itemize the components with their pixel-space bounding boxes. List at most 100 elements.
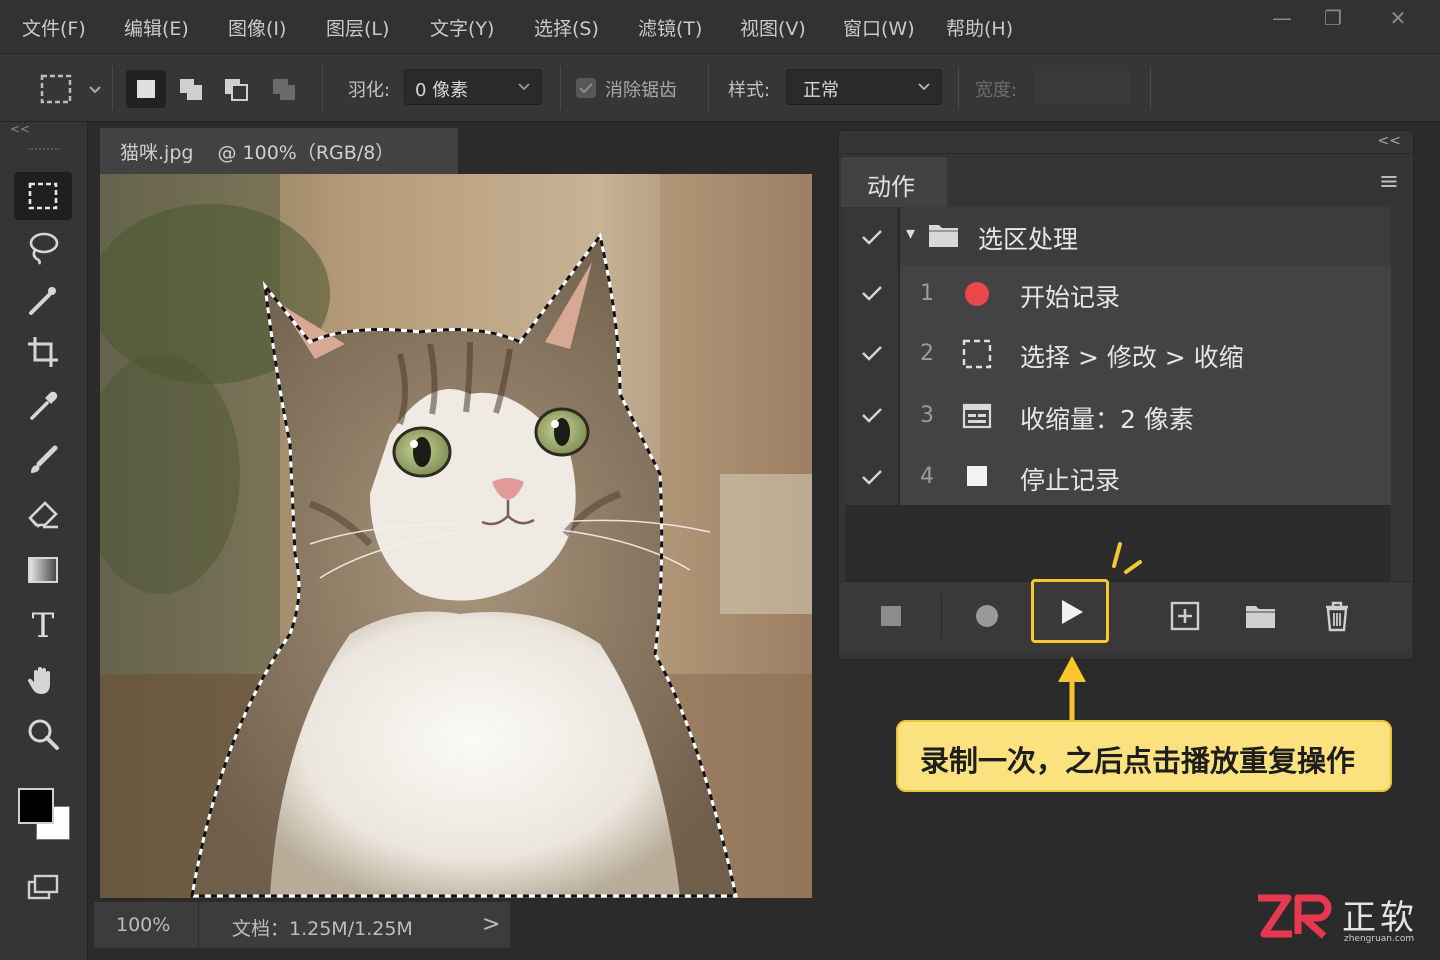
antialias-checkbox[interactable] xyxy=(576,78,596,98)
lasso-tool[interactable] xyxy=(14,224,72,272)
feather-value: 0 像素 xyxy=(415,80,469,101)
sparkle-icon xyxy=(1112,542,1142,574)
zoom-level[interactable]: 100% xyxy=(116,914,170,936)
rectangular-marquee-icon xyxy=(28,182,58,210)
menu-layer[interactable]: 图层(L) xyxy=(326,14,389,41)
step-toggle-checkbox[interactable] xyxy=(845,385,899,447)
divider xyxy=(839,153,1413,154)
menu-image[interactable]: 图像(I) xyxy=(228,14,286,41)
action-step-row[interactable]: 3 收缩量：2 像素 xyxy=(845,385,1391,447)
menu-edit[interactable]: 编辑(E) xyxy=(124,14,189,41)
marquee-preset-icon xyxy=(40,74,101,104)
crop-icon xyxy=(28,337,58,367)
collapse-panel-button[interactable]: << xyxy=(1378,133,1401,149)
action-step-row[interactable]: 2 选择 > 修改 > 收缩 xyxy=(845,325,1391,385)
step-number: 3 xyxy=(920,403,934,428)
screen-mode-button[interactable] xyxy=(14,864,72,912)
tools-panel: << T xyxy=(0,122,88,960)
menu-filter[interactable]: 滤镜(T) xyxy=(638,14,702,41)
document-tab[interactable]: 猫咪.jpg @ 100%（RGB/8） xyxy=(100,128,458,174)
action-set-name: 选区处理 xyxy=(978,225,1079,254)
record-dot-icon xyxy=(965,282,989,306)
add-selection-icon xyxy=(180,79,202,100)
brush-tool[interactable] xyxy=(14,436,72,484)
intersect-selection-button[interactable] xyxy=(264,70,304,108)
step-toggle-checkbox[interactable] xyxy=(845,447,899,505)
step-label: 停止记录 xyxy=(1020,466,1121,495)
menu-view[interactable]: 视图(V) xyxy=(740,14,806,41)
menu-window[interactable]: 窗口(W) xyxy=(843,14,915,41)
menu-bar: 文件(F) 编辑(E) 图像(I) 图层(L) 文字(Y) 选择(S) 滤镜(T… xyxy=(0,0,1440,54)
width-input[interactable] xyxy=(1032,69,1132,105)
style-value: 正常 xyxy=(803,80,839,101)
step-toggle-checkbox[interactable] xyxy=(845,325,899,385)
crop-tool[interactable] xyxy=(14,328,72,376)
new-selection-button[interactable] xyxy=(126,70,166,108)
folder-icon xyxy=(1246,606,1275,628)
expand-triangle-icon[interactable]: ▾ xyxy=(906,223,915,244)
type-tool[interactable]: T xyxy=(14,602,72,650)
play-icon xyxy=(1062,600,1083,624)
menu-help[interactable]: 帮助(H) xyxy=(946,14,1013,41)
cat-photo xyxy=(100,174,812,898)
dialog-icon xyxy=(962,403,992,429)
actions-list: ▾ 选区处理 1 开始记录 2 选择 > 修改 > 收缩 3 收缩量：2 像素 … xyxy=(845,207,1391,581)
tab-actions[interactable]: 动作 xyxy=(841,157,947,207)
tool-preset-picker[interactable] xyxy=(34,70,104,108)
stop-square-icon xyxy=(967,466,987,486)
quick-selection-icon xyxy=(29,287,56,315)
minimize-button[interactable]: — xyxy=(1262,6,1302,30)
document-size-info[interactable]: 文档：1.25M/1.25M xyxy=(232,914,413,941)
set-toggle-checkbox[interactable] xyxy=(845,207,899,265)
color-swatches[interactable] xyxy=(14,782,74,848)
style-select[interactable]: 正常 xyxy=(786,69,942,105)
panel-menu-icon[interactable]: ≡ xyxy=(1379,167,1399,195)
checkmark-icon xyxy=(862,346,882,361)
divider xyxy=(958,66,959,110)
step-number: 2 xyxy=(920,341,934,366)
document-info: @ 100%（RGB/8） xyxy=(217,142,395,164)
intersect-selection-icon xyxy=(273,79,295,100)
zoom-tool[interactable] xyxy=(14,710,72,758)
menu-type[interactable]: 文字(Y) xyxy=(430,14,494,41)
hand-icon xyxy=(27,667,50,694)
eyedropper-icon xyxy=(30,391,58,420)
subtract-selection-button[interactable] xyxy=(216,70,256,108)
new-set-button[interactable] xyxy=(1241,596,1281,636)
lasso-icon xyxy=(29,232,59,265)
record-button[interactable] xyxy=(967,596,1007,636)
brush-icon xyxy=(31,445,58,473)
gradient-tool[interactable] xyxy=(14,546,72,594)
step-label: 收缩量：2 像素 xyxy=(1020,405,1194,434)
status-menu-arrow[interactable]: > xyxy=(482,912,500,937)
new-action-button[interactable] xyxy=(1165,596,1205,636)
hand-tool[interactable] xyxy=(14,656,72,704)
document-canvas[interactable] xyxy=(100,174,812,898)
play-button[interactable] xyxy=(1050,590,1092,634)
step-number: 1 xyxy=(920,281,934,306)
status-bar: 100% 文档：1.25M/1.25M > xyxy=(94,902,510,948)
collapse-toolbar-button[interactable]: << xyxy=(10,122,30,136)
step-toggle-checkbox[interactable] xyxy=(845,265,899,325)
action-step-row[interactable]: 4 停止记录 xyxy=(845,447,1391,505)
delete-button[interactable] xyxy=(1317,596,1357,636)
toolbar-grip[interactable] xyxy=(28,148,60,152)
zr-logo-icon xyxy=(1258,894,1332,939)
restore-button[interactable]: ❐ xyxy=(1313,6,1353,30)
action-set-row[interactable]: ▾ 选区处理 xyxy=(845,207,1391,265)
add-selection-button[interactable] xyxy=(171,70,211,108)
action-step-row[interactable]: 1 开始记录 xyxy=(845,265,1391,325)
close-button[interactable]: ✕ xyxy=(1378,6,1418,30)
foreground-color-swatch[interactable] xyxy=(18,788,54,824)
stop-button[interactable] xyxy=(871,596,911,636)
quick-selection-tool[interactable] xyxy=(14,276,72,324)
eyedropper-tool[interactable] xyxy=(14,382,72,430)
menu-file[interactable]: 文件(F) xyxy=(22,14,86,41)
rectangular-marquee-tool[interactable] xyxy=(14,172,72,220)
actions-panel: << 动作 ≡ ▾ 选区处理 1 开始记录 2 选择 > 修改 > 收缩 3 收… xyxy=(838,130,1414,660)
checkmark-icon xyxy=(579,83,593,94)
menu-select[interactable]: 选择(S) xyxy=(534,14,599,41)
eraser-tool[interactable] xyxy=(14,490,72,538)
feather-input[interactable]: 0 像素 xyxy=(404,69,542,105)
trash-icon xyxy=(1326,601,1348,632)
